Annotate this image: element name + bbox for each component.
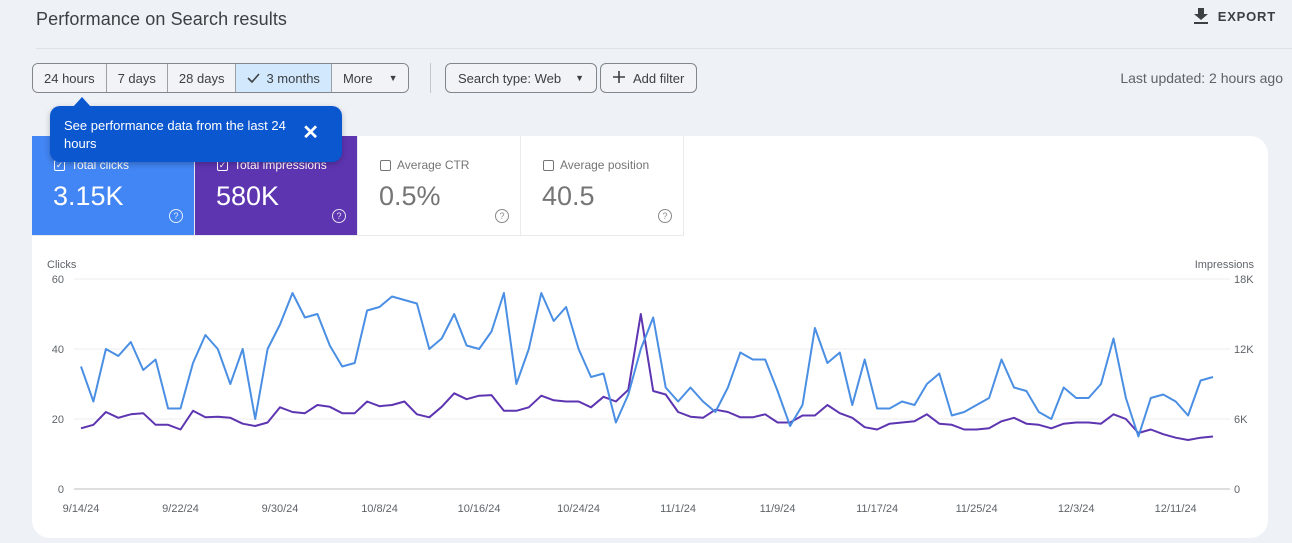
x-tick-label: 12/3/24 <box>1058 503 1095 515</box>
range-7-days[interactable]: 7 days <box>106 64 168 92</box>
check-icon <box>247 71 261 86</box>
x-tick-label: 11/25/24 <box>956 503 998 515</box>
y-right-axis-label: Impressions <box>1195 259 1255 271</box>
tooltip-arrow <box>73 97 91 107</box>
y-left-tick-label: 20 <box>52 414 64 426</box>
range-tooltip: See performance data from the last 24 ho… <box>50 97 342 162</box>
plus-icon <box>613 70 625 86</box>
series-line-clicks[interactable] <box>80 292 1214 438</box>
search-type-dropdown[interactable]: Search type: Web ▼ <box>445 63 598 93</box>
tooltip-text: See performance data from the last 24 ho… <box>64 118 286 151</box>
y-left-tick-label: 60 <box>52 274 64 286</box>
performance-card: ✓ Total clicks 3.15K ? ✓ Total impressions… <box>32 136 1268 538</box>
range-24-hours[interactable]: 24 hours <box>33 64 107 92</box>
x-tick-label: 9/14/24 <box>63 503 100 515</box>
export-button[interactable]: EXPORT <box>1193 8 1276 24</box>
export-label: EXPORT <box>1217 8 1276 24</box>
y-right-tick-label: 18K <box>1234 274 1254 286</box>
x-tick-label: 11/9/24 <box>760 503 796 515</box>
last-updated-text: Last updated: 2 hours ago <box>1120 70 1283 86</box>
download-icon <box>1193 8 1208 24</box>
caret-down-icon: ▼ <box>388 73 398 83</box>
range-label: 3 months <box>266 70 320 86</box>
x-tick-label: 9/22/24 <box>162 503 199 515</box>
y-right-tick-label: 12K <box>1234 344 1254 356</box>
y-right-tick-label: 6K <box>1234 414 1248 426</box>
add-filter-label: Add filter <box>633 70 685 86</box>
performance-chart: Clicks Impressions 0 20 40 60 0 6K 12K 18K 9/1… <box>47 259 1255 515</box>
y-left-axis-label: Clicks <box>47 259 77 271</box>
range-more-dropdown[interactable]: More ▼ <box>331 64 409 92</box>
range-label: 24 hours <box>44 70 95 86</box>
date-range-selector: 24 hours 7 days 28 days 3 months More ▼ <box>32 63 410 93</box>
range-28-days[interactable]: 28 days <box>167 64 237 92</box>
x-tick-label: 10/24/24 <box>557 503 600 515</box>
x-tick-label: 11/1/24 <box>660 503 696 515</box>
x-tick-label: 12/11/24 <box>1155 503 1197 515</box>
caret-down-icon: ▼ <box>575 73 585 83</box>
title-divider <box>36 48 1292 49</box>
x-tick-label: 11/17/24 <box>856 503 898 515</box>
add-filter-button[interactable]: Add filter <box>600 63 698 93</box>
range-label: 28 days <box>178 70 225 86</box>
page-title: Performance on Search results <box>36 9 288 29</box>
close-icon[interactable]: ✕ <box>302 123 319 143</box>
range-label: More <box>342 70 373 86</box>
x-tick-label: 10/8/24 <box>361 503 398 515</box>
toolbar-divider <box>430 63 431 93</box>
range-3-months[interactable]: 3 months <box>236 64 332 92</box>
search-type-label: Search type: Web <box>458 70 562 86</box>
x-tick-label: 10/16/24 <box>458 503 501 515</box>
y-left-tick-label: 0 <box>58 484 64 496</box>
x-tick-label: 9/30/24 <box>262 503 299 515</box>
range-label: 7 days <box>117 70 156 86</box>
y-left-tick-label: 40 <box>52 344 64 356</box>
y-right-tick-label: 0 <box>1234 484 1240 496</box>
